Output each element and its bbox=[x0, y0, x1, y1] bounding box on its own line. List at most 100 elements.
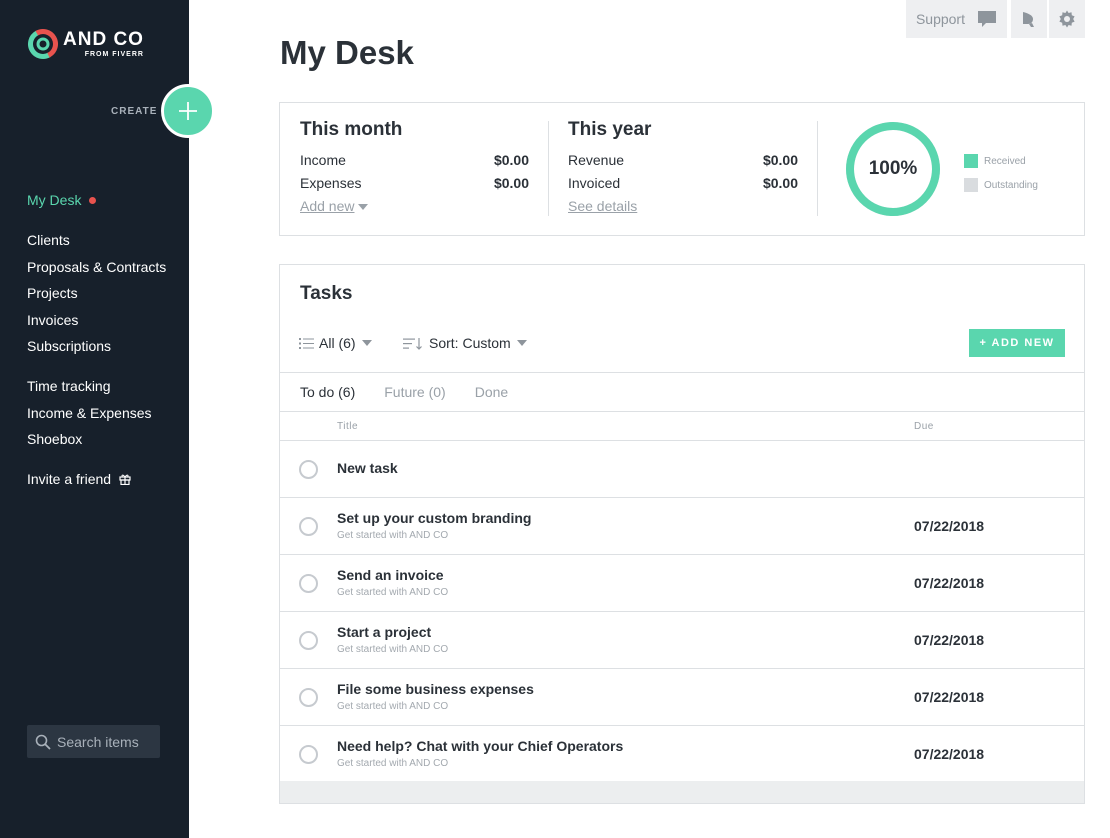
see-details-link[interactable]: See details bbox=[568, 195, 637, 218]
task-subtitle: Get started with AND CO bbox=[337, 644, 449, 655]
search-placeholder: Search items bbox=[57, 733, 139, 750]
create-label: CREATE bbox=[111, 106, 158, 117]
expenses-label: Expenses bbox=[300, 175, 362, 191]
task-subtitle: Get started with AND CO bbox=[337, 587, 449, 598]
task-title: Send an invoice bbox=[337, 567, 444, 583]
filter-label: All (6) bbox=[319, 335, 356, 351]
sidebar-item-invite-friend[interactable]: Invite a friend bbox=[27, 466, 131, 493]
logo[interactable]: AND CO FROM FIVERR bbox=[27, 28, 144, 60]
summary-card: This month Income $0.00 Expenses $0.00 A… bbox=[279, 102, 1085, 236]
task-due-date: 07/22/2018 bbox=[914, 746, 985, 762]
tab-done[interactable]: Done bbox=[475, 384, 508, 400]
add-new-link: Add new bbox=[300, 198, 355, 214]
task-due-date: 07/22/2018 bbox=[914, 689, 985, 705]
complete-checkbox[interactable] bbox=[299, 631, 318, 650]
add-new-task-button[interactable]: + ADD NEW bbox=[969, 329, 1065, 357]
income-label: Income bbox=[300, 152, 346, 168]
divider bbox=[817, 121, 818, 216]
create-button[interactable] bbox=[161, 84, 215, 138]
tab-future[interactable]: Future (0) bbox=[384, 384, 445, 400]
sidebar-item-shoebox[interactable]: Shoebox bbox=[27, 426, 152, 453]
invoiced-value: $0.00 bbox=[762, 175, 798, 191]
logo-mark-icon bbox=[28, 29, 58, 59]
sidebar-item-label: Invite a friend bbox=[27, 471, 112, 487]
sidebar: AND CO FROM FIVERR CREATE My Desk Client… bbox=[0, 0, 215, 838]
invoiced-label: Invoiced bbox=[568, 175, 621, 191]
complete-checkbox[interactable] bbox=[299, 574, 318, 593]
complete-checkbox[interactable] bbox=[299, 460, 318, 479]
legend-swatch bbox=[964, 178, 978, 192]
task-title: File some business expenses bbox=[337, 681, 534, 697]
complete-checkbox[interactable] bbox=[299, 517, 318, 536]
gift-icon bbox=[119, 474, 131, 486]
task-subtitle: Get started with AND CO bbox=[337, 701, 449, 712]
sidebar-item-proposals-contracts[interactable]: Proposals & Contracts bbox=[27, 254, 166, 281]
revenue-row: Revenue $0.00 bbox=[568, 149, 798, 172]
list-icon bbox=[299, 337, 314, 349]
brand-sub: FROM FIVERR bbox=[84, 50, 144, 58]
sidebar-item-my-desk[interactable]: My Desk bbox=[27, 187, 97, 214]
task-title: Need help? Chat with your Chief Operator… bbox=[337, 738, 624, 754]
notifications-button[interactable] bbox=[1011, 0, 1047, 38]
sidebar-item-label: My Desk bbox=[27, 192, 82, 208]
caret-down-icon bbox=[361, 340, 372, 346]
gear-icon bbox=[1059, 10, 1075, 28]
support-button[interactable]: Support bbox=[905, 0, 1007, 38]
sidebar-item-invoices[interactable]: Invoices bbox=[27, 307, 166, 334]
table-row[interactable]: Start a project Get started with AND CO … bbox=[280, 612, 1084, 669]
table-row[interactable]: File some business expenses Get started … bbox=[280, 669, 1084, 726]
task-subtitle: Get started with AND CO bbox=[337, 530, 449, 541]
expenses-value: $0.00 bbox=[493, 175, 529, 191]
invoiced-row: Invoiced $0.00 bbox=[568, 172, 798, 195]
table-row[interactable]: Need help? Chat with your Chief Operator… bbox=[280, 726, 1084, 783]
page-title: My Desk bbox=[280, 34, 414, 71]
sort-label: Sort: Custom bbox=[429, 335, 511, 351]
task-due-date: 07/22/2018 bbox=[914, 575, 985, 591]
table-footer bbox=[280, 781, 1084, 803]
legend-swatch bbox=[964, 154, 978, 168]
sidebar-item-clients[interactable]: Clients bbox=[27, 227, 166, 254]
donut-percent-label: 100% bbox=[868, 158, 918, 179]
chat-bubble-icon bbox=[978, 11, 996, 27]
sidebar-item-time-tracking[interactable]: Time tracking bbox=[27, 373, 152, 400]
sort-icon bbox=[403, 337, 422, 350]
table-row[interactable]: Set up your custom branding Get started … bbox=[280, 498, 1084, 555]
column-due-header: Due bbox=[914, 421, 934, 432]
table-row[interactable]: New task bbox=[280, 441, 1084, 498]
tasks-title: Tasks bbox=[300, 283, 353, 304]
table-row[interactable]: Send an invoice Get started with AND CO … bbox=[280, 555, 1084, 612]
tab-to-do[interactable]: To do (6) bbox=[300, 384, 355, 400]
sidebar-item-projects[interactable]: Projects bbox=[27, 280, 166, 307]
this-month-title: This month bbox=[300, 119, 403, 140]
sort-dropdown[interactable]: Sort: Custom bbox=[403, 335, 527, 351]
filter-dropdown[interactable]: All (6) bbox=[299, 335, 372, 351]
sidebar-item-income-expenses[interactable]: Income & Expenses bbox=[27, 400, 152, 427]
plus-icon bbox=[179, 102, 197, 120]
task-list: New task Set up your custom branding Get… bbox=[280, 441, 1084, 783]
complete-checkbox[interactable] bbox=[299, 745, 318, 764]
tasks-card: Tasks All (6) Sort: Custom + ADD NEW To … bbox=[279, 264, 1085, 804]
column-title-header: Title bbox=[337, 421, 359, 432]
task-due-date: 07/22/2018 bbox=[914, 632, 985, 648]
legend-received: Received bbox=[964, 149, 1038, 173]
income-row: Income $0.00 bbox=[300, 149, 529, 172]
complete-checkbox[interactable] bbox=[299, 688, 318, 707]
search-input[interactable]: Search items bbox=[27, 725, 160, 758]
sidebar-item-subscriptions[interactable]: Subscriptions bbox=[27, 333, 166, 360]
top-toolbar: Support bbox=[905, 0, 1085, 38]
notification-dot bbox=[89, 196, 97, 204]
revenue-value: $0.00 bbox=[762, 152, 798, 168]
income-value: $0.00 bbox=[493, 152, 529, 168]
brand-name: AND CO bbox=[63, 28, 144, 50]
task-title: Set up your custom branding bbox=[337, 510, 532, 526]
add-new-dropdown[interactable]: Add new bbox=[300, 195, 369, 218]
legend-label: Received bbox=[984, 155, 1026, 167]
support-label: Support bbox=[915, 11, 965, 27]
settings-button[interactable] bbox=[1049, 0, 1085, 38]
divider bbox=[548, 121, 549, 216]
table-header: Title Due bbox=[280, 412, 1084, 441]
task-tabs: To do (6) Future (0) Done bbox=[280, 372, 1084, 412]
expenses-row: Expenses $0.00 bbox=[300, 172, 529, 195]
legend-outstanding: Outstanding bbox=[964, 173, 1038, 197]
this-month-panel: This month Income $0.00 Expenses $0.00 A… bbox=[300, 119, 529, 218]
